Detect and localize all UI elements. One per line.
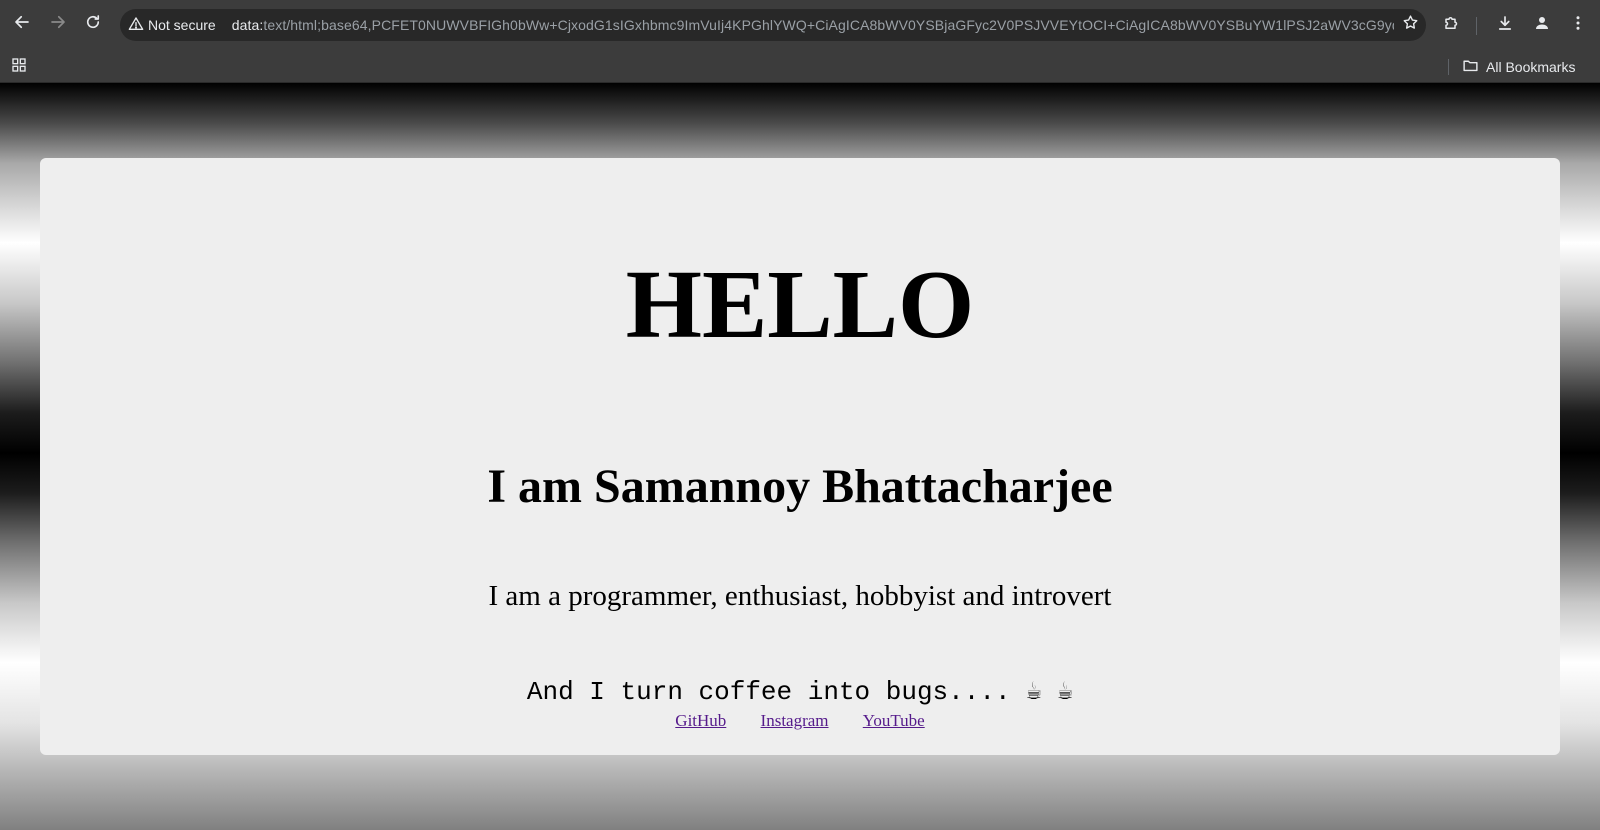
browser-toolbar: Not secure data:text/html;base64,PCFET0N… [0, 0, 1600, 50]
content-card: HELLO I am Samannoy Bhattacharjee I am a… [40, 158, 1560, 755]
extensions-button[interactable] [1437, 10, 1467, 40]
coffee-text: And I turn coffee into bugs.... ☕ ☕ [526, 677, 1074, 707]
youtube-link[interactable]: YouTube [863, 711, 925, 730]
bookmark-star-button[interactable] [1394, 9, 1426, 41]
address-bar[interactable]: Not secure data:text/html;base64,PCFET0N… [120, 9, 1426, 41]
hello-heading: HELLO [625, 251, 975, 359]
all-bookmarks-label: All Bookmarks [1486, 58, 1576, 75]
url-path: text/html;base64,PCFET0NUWVBFIGh0bWw+Cjx… [263, 17, 1394, 33]
arrow-right-icon [49, 13, 67, 36]
url-text[interactable]: data:text/html;base64,PCFET0NUWVBFIGh0bW… [224, 17, 1394, 33]
downloads-button[interactable] [1490, 10, 1520, 40]
forward-button[interactable] [43, 9, 73, 39]
page-viewport: HELLO I am Samannoy Bhattacharjee I am a… [0, 83, 1600, 830]
all-bookmarks-button[interactable]: All Bookmarks [1462, 54, 1575, 79]
kebab-menu-icon [1569, 14, 1587, 37]
instagram-link[interactable]: Instagram [761, 711, 829, 730]
download-icon [1496, 14, 1514, 37]
social-links: GitHub Instagram YouTube [40, 710, 1560, 732]
github-link[interactable]: GitHub [675, 711, 726, 730]
security-label: Not secure [148, 17, 216, 33]
site-security-chip[interactable]: Not secure [120, 9, 224, 41]
warning-triangle-icon [128, 16, 148, 35]
reload-button[interactable] [78, 9, 108, 39]
bookmarks-bar: All Bookmarks [0, 50, 1600, 83]
apps-button[interactable] [8, 56, 30, 78]
bookmarks-divider [1448, 59, 1449, 75]
star-icon [1402, 14, 1419, 36]
toolbar-divider [1476, 17, 1477, 35]
puzzle-icon [1443, 14, 1461, 37]
url-scheme: data: [231, 17, 264, 33]
intro-heading: I am Samannoy Bhattacharjee [487, 460, 1113, 513]
back-button[interactable] [7, 9, 37, 39]
reload-icon [84, 13, 102, 36]
profile-button[interactable] [1527, 10, 1557, 40]
person-icon [1533, 14, 1551, 37]
description-text: I am a programmer, enthusiast, hobbyist … [488, 580, 1112, 612]
arrow-left-icon [13, 13, 31, 36]
folder-icon [1462, 57, 1486, 77]
apps-grid-icon [11, 57, 27, 78]
menu-button[interactable] [1563, 10, 1593, 40]
